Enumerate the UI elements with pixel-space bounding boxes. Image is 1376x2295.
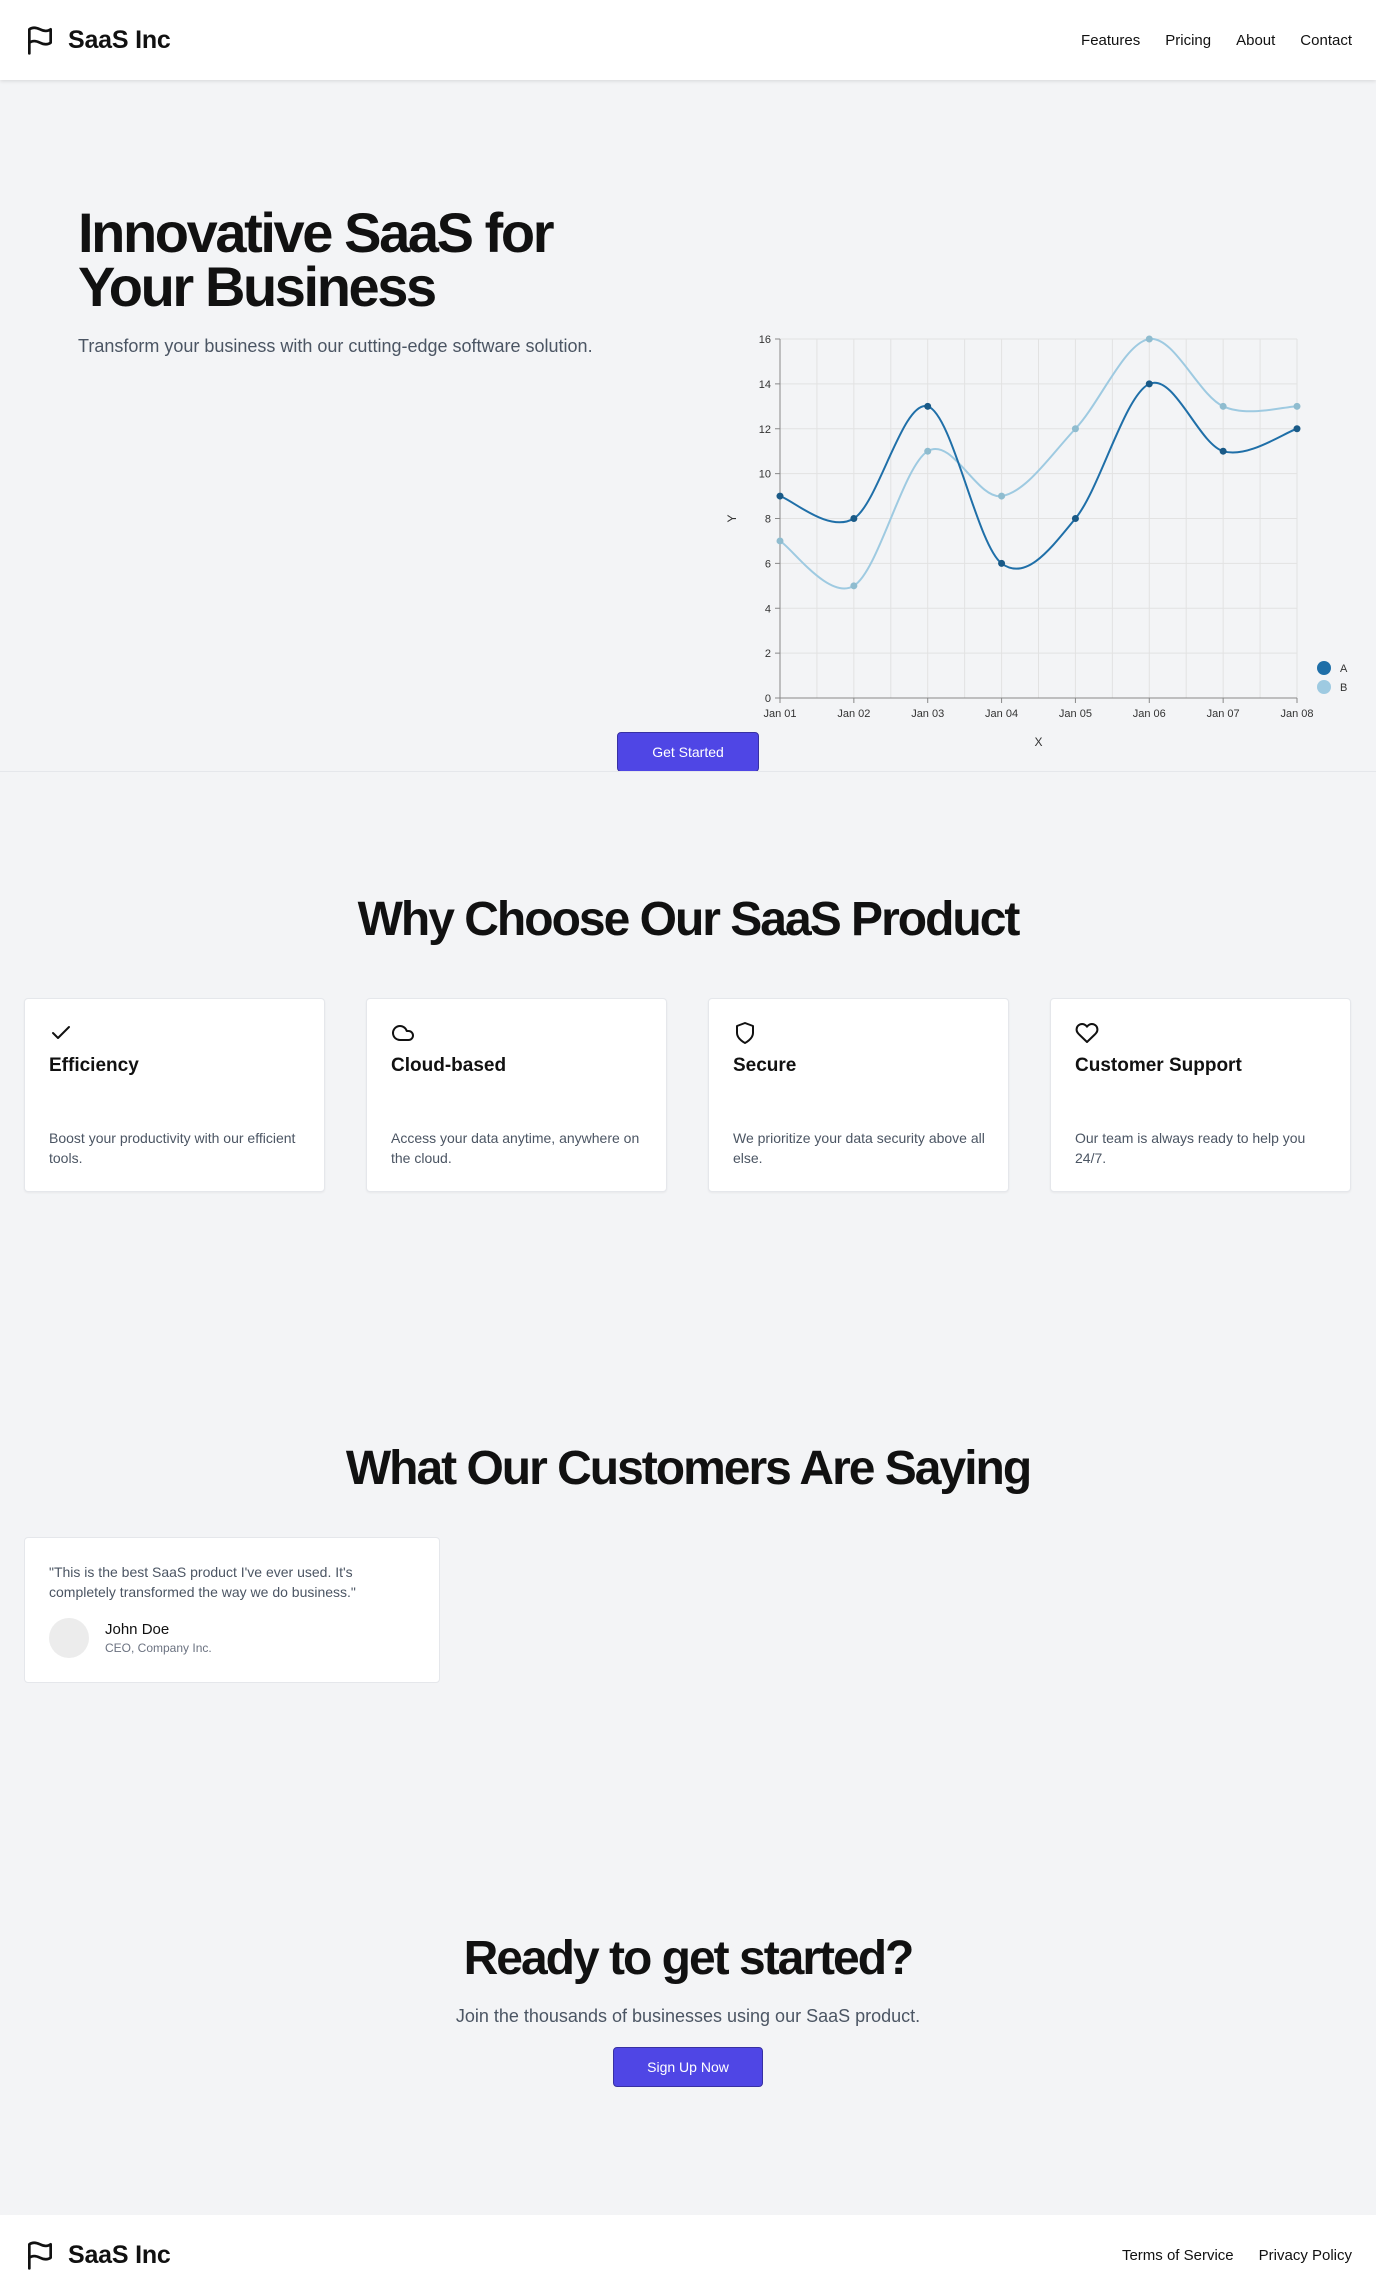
testimonial-card: "This is the best SaaS product I've ever…	[24, 1537, 440, 1683]
hero-section: Innovative SaaS for Your Business Transf…	[0, 80, 1376, 772]
feature-card-efficiency: Efficiency Boost your productivity with …	[24, 998, 325, 1192]
site-header: SaaS Inc Features Pricing About Contact	[0, 0, 1376, 80]
y-tick-label: 10	[759, 469, 771, 481]
terms-of-service-link[interactable]: Terms of Service	[1122, 2247, 1234, 2264]
feature-card-cloud-based: Cloud-based Access your data anytime, an…	[366, 998, 667, 1192]
sign-up-button[interactable]: Sign Up Now	[613, 2047, 763, 2087]
x-tick-label: Jan 06	[1133, 708, 1166, 720]
features-title: Why Choose Our SaaS Product	[357, 893, 1021, 946]
feature-card-customer-support: Customer Support Our team is always read…	[1050, 998, 1351, 1192]
y-tick-label: 4	[765, 603, 771, 615]
feature-title: Customer Support	[1075, 1055, 1242, 1076]
data-point-a	[998, 559, 1006, 567]
data-point-b	[776, 537, 784, 545]
cloud-icon	[392, 1025, 414, 1041]
data-point-b	[1293, 402, 1301, 410]
x-tick-label: Jan 08	[1280, 708, 1313, 720]
feature-title: Secure	[733, 1055, 797, 1076]
x-axis-label: X	[1034, 735, 1042, 749]
legend-label-a: A	[1340, 663, 1348, 675]
data-point-b	[924, 447, 932, 455]
hero-chart: 0 2 4 6 8 10 12 14 16 Jan 01 Jan 02 Jan 03 Jan 04 Jan…	[720, 240, 1360, 770]
heart-icon	[1075, 1023, 1099, 1043]
cta-title: Ready to get started?	[463, 1932, 915, 1985]
data-point-b	[1219, 402, 1227, 410]
footer-brand[interactable]: SaaS Inc	[24, 2239, 171, 2271]
data-point-a	[1145, 380, 1153, 388]
feature-description: Access your data anytime, anywhere on th…	[391, 1130, 640, 1166]
data-point-b	[998, 492, 1006, 500]
avatar	[49, 1618, 89, 1658]
y-tick-label: 12	[759, 424, 771, 436]
x-tick-label: Jan 03	[911, 708, 944, 720]
y-tick-label: 8	[765, 514, 771, 526]
legend-swatch-a	[1317, 661, 1331, 675]
y-tick-label: 6	[765, 558, 771, 570]
brand[interactable]: SaaS Inc	[24, 24, 171, 56]
hero-subtitle: Transform your business with our cutting…	[78, 336, 593, 356]
main-nav: Features Pricing About Contact	[1081, 32, 1352, 49]
data-point-a	[1071, 515, 1079, 522]
footer-links: Terms of Service Privacy Policy	[1122, 2247, 1352, 2264]
nav-link-contact[interactable]: Contact	[1300, 32, 1352, 49]
data-point-a	[924, 402, 932, 410]
cta-subtitle: Join the thousands of businesses using o…	[455, 2006, 921, 2026]
nav-link-pricing[interactable]: Pricing	[1165, 32, 1211, 49]
line-chart: 0 2 4 6 8 10 12 14 16 Jan 01 Jan 02 Jan 03 Jan 04 Jan…	[725, 334, 1348, 749]
data-point-a	[850, 515, 858, 522]
testimonial-author-name: John Doe	[105, 1621, 170, 1638]
testimonials-title: What Our Customers Are Saying	[345, 1442, 1032, 1495]
brand-name: SaaS Inc	[68, 25, 171, 54]
data-point-b	[1071, 425, 1079, 433]
feature-description: Boost your productivity with our efficie…	[49, 1130, 296, 1166]
testimonial-author-role: CEO, Company Inc.	[105, 1641, 212, 1655]
feature-title: Cloud-based	[391, 1055, 507, 1076]
data-point-a	[1219, 447, 1227, 455]
feature-description: Our team is always ready to help you 24/…	[1075, 1130, 1306, 1166]
x-tick-label: Jan 07	[1207, 708, 1240, 720]
check-icon	[52, 1026, 70, 1039]
privacy-policy-link[interactable]: Privacy Policy	[1259, 2247, 1352, 2264]
x-tick-label: Jan 02	[837, 708, 870, 720]
section-divider	[0, 771, 1376, 772]
nav-link-features[interactable]: Features	[1081, 32, 1140, 49]
x-tick-label: Jan 01	[763, 708, 796, 720]
legend-swatch-b	[1317, 680, 1331, 694]
y-tick-label: 0	[765, 693, 771, 705]
nav-link-about[interactable]: About	[1236, 32, 1275, 49]
y-tick-label: 14	[759, 379, 771, 391]
shield-icon	[736, 1022, 754, 1044]
site-footer: SaaS Inc Terms of Service Privacy Policy	[0, 2215, 1376, 2295]
feature-description: We prioritize your data security above a…	[733, 1130, 985, 1166]
feature-title: Efficiency	[49, 1055, 139, 1076]
x-tick-label: Jan 04	[985, 708, 1018, 720]
y-tick-label: 2	[765, 648, 771, 660]
data-point-a	[776, 492, 784, 500]
legend-label-b: B	[1340, 682, 1347, 694]
data-point-a	[1293, 425, 1301, 433]
y-tick-label: 16	[759, 334, 771, 346]
flag-icon	[28, 26, 52, 55]
feature-card-secure: Secure We prioritize your data security …	[708, 998, 1009, 1192]
flag-icon	[28, 2241, 52, 2270]
data-point-b	[850, 582, 858, 590]
y-axis-label: Y	[725, 514, 739, 522]
testimonial-quote: "This is the best SaaS product I've ever…	[49, 1564, 356, 1600]
brand-name: SaaS Inc	[68, 2240, 171, 2269]
get-started-button[interactable]: Get Started	[617, 732, 759, 772]
data-point-b	[1145, 335, 1153, 343]
hero-title: Innovative SaaS for Your Business	[78, 201, 555, 318]
x-tick-label: Jan 05	[1059, 708, 1092, 720]
